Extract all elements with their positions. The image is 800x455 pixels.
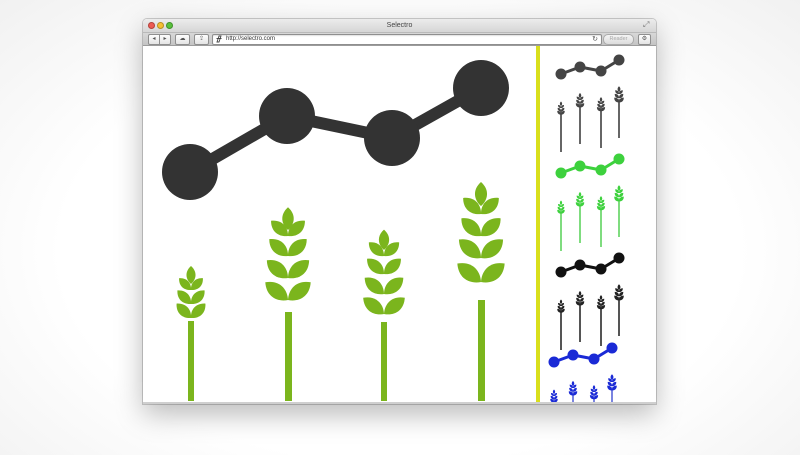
main-growth-logo — [162, 60, 510, 401]
share-button[interactable]: ⇪ — [194, 34, 209, 45]
growth-node-2 — [259, 88, 315, 144]
thumbnail-plant — [556, 101, 566, 152]
thumbnail-plant — [595, 196, 607, 247]
thumbnail-line — [560, 157, 620, 175]
page-graphic-svg — [162, 46, 625, 405]
title-bar: Selectro ⤢ — [143, 19, 656, 33]
icloud-tabs-button[interactable]: ☁ — [175, 34, 190, 45]
thumbnail-node — [555, 167, 567, 179]
thumbnail-node — [548, 356, 560, 368]
wheat-plant-4 — [452, 182, 510, 401]
thumbnail-plant — [595, 97, 607, 148]
thumbnail-plant — [556, 299, 566, 350]
url-text[interactable]: http://selectro.com — [226, 35, 275, 44]
thumbnail-node — [574, 61, 586, 73]
fullscreen-icon[interactable]: ⤢ — [643, 21, 651, 29]
vertical-divider — [536, 46, 540, 404]
reader-button[interactable]: Reader — [603, 34, 634, 45]
growth-line — [184, 82, 487, 178]
thumbnail-line — [560, 58, 620, 76]
thumbnail-node — [574, 259, 586, 271]
window-bottom-edge — [143, 402, 656, 404]
thumbnail-node — [606, 342, 618, 354]
thumbnail-blue[interactable] — [548, 342, 618, 405]
thumbnail-node — [574, 160, 586, 172]
reload-icon[interactable]: ↻ — [592, 35, 598, 44]
window-title: Selectro — [386, 22, 413, 29]
wheat-plant-2 — [260, 207, 316, 401]
growth-node-3 — [364, 110, 420, 166]
thumbnail-line — [553, 346, 613, 364]
thumbnail-plant — [613, 185, 625, 237]
thumbnail-plant — [574, 191, 586, 243]
thumbnail-plant — [567, 380, 579, 404]
logo-variants-panel — [548, 54, 625, 405]
thumbnail-green[interactable] — [555, 153, 625, 252]
thumbnail-node — [613, 153, 625, 165]
page-content — [143, 46, 656, 404]
desktop-background: Selectro ⤢ ◂ ▸ ☁ ⇪ http://selectro.com ↻… — [0, 0, 800, 455]
favicon-icon — [216, 35, 222, 46]
growth-node-1 — [162, 144, 218, 200]
thumbnail-node — [595, 263, 607, 275]
thumbnail-plant — [613, 86, 625, 138]
address-bar[interactable]: http://selectro.com ↻ — [212, 34, 602, 45]
thumbnail-node — [555, 266, 567, 278]
thumbnail-plant — [613, 284, 625, 336]
thumbnail-node — [555, 68, 567, 80]
wheat-plant-1 — [172, 266, 210, 401]
forward-button[interactable]: ▸ — [159, 34, 171, 45]
thumbnail-black[interactable] — [555, 252, 625, 351]
thumbnail-node — [588, 353, 600, 365]
thumbnail-node — [613, 54, 625, 66]
wheat-plant-3 — [359, 229, 409, 401]
thumbnail-node — [595, 65, 607, 77]
thumbnail-node — [613, 252, 625, 264]
thumbnail-plant — [574, 290, 586, 342]
thumbnail-plant — [606, 374, 618, 404]
growth-node-4 — [453, 60, 509, 116]
browser-toolbar: ◂ ▸ ☁ ⇪ http://selectro.com ↻ Reader ⚙ — [143, 33, 656, 46]
thumbnail-plant — [595, 295, 607, 346]
thumbnail-node — [595, 164, 607, 176]
thumbnail-gray[interactable] — [555, 54, 625, 153]
thumbnail-plant — [574, 92, 586, 144]
browser-window: Selectro ⤢ ◂ ▸ ☁ ⇪ http://selectro.com ↻… — [143, 19, 656, 404]
settings-button[interactable]: ⚙ — [638, 34, 651, 45]
thumbnail-line — [560, 256, 620, 274]
thumbnail-plant — [556, 200, 566, 251]
thumbnail-node — [567, 349, 579, 361]
